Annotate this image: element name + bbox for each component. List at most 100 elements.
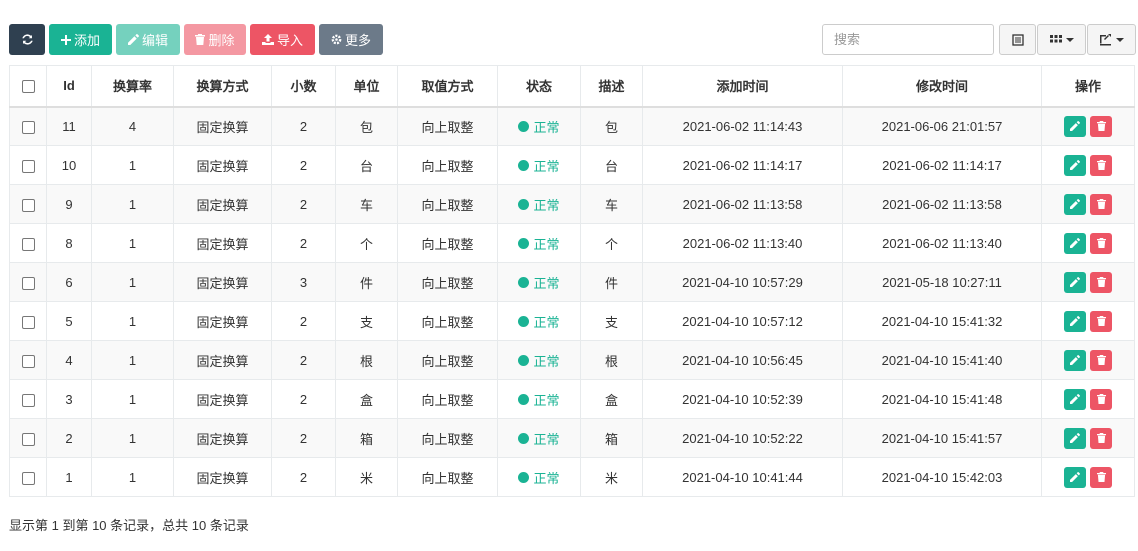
table-row[interactable]: 3 1 固定换算 2 盒向上取整 正常盒 2021-04-10 10:52:39 2021-0… xyxy=(9,379,1135,419)
cell-desc: 台 xyxy=(580,145,643,185)
cell-desc: 车 xyxy=(580,184,643,224)
row-delete-button[interactable] xyxy=(1090,427,1112,449)
row-checkbox[interactable] xyxy=(21,198,35,212)
row-checkbox[interactable] xyxy=(21,159,35,173)
status-badge: 正常 xyxy=(518,195,560,214)
trash-icon xyxy=(1096,160,1106,170)
row-edit-button[interactable] xyxy=(1064,115,1086,137)
cell-status: 正常 xyxy=(497,184,581,224)
edit-button[interactable]: 编辑 xyxy=(116,24,180,55)
toggle-view-button[interactable] xyxy=(999,24,1036,55)
row-checkbox[interactable] xyxy=(21,471,35,485)
gear-icon xyxy=(331,34,342,45)
row-delete-button[interactable] xyxy=(1090,193,1112,215)
column-header-id[interactable]: Id xyxy=(46,65,92,108)
trash-icon xyxy=(1096,121,1106,132)
column-header-rounding[interactable]: 取值方式 xyxy=(397,65,498,108)
status-label: 正常 xyxy=(533,314,560,330)
refresh-button[interactable] xyxy=(9,24,45,55)
table-row[interactable]: 1 1 固定换算 2 米向上取整 正常米 2021-04-10 10:41:44 2021-0… xyxy=(9,457,1135,497)
row-edit-button[interactable] xyxy=(1064,466,1086,488)
row-edit-button[interactable] xyxy=(1064,271,1086,293)
row-checkbox[interactable] xyxy=(21,276,35,290)
cell-rate: 1 xyxy=(91,340,174,380)
row-checkbox[interactable] xyxy=(21,237,35,251)
cell-rounding: 向上取整 xyxy=(397,262,498,302)
row-delete-button[interactable] xyxy=(1090,271,1112,293)
column-header-rate[interactable]: 换算率 xyxy=(91,65,174,108)
row-edit-button[interactable] xyxy=(1064,388,1086,410)
cell-decimals: 3 xyxy=(271,262,336,302)
row-edit-button[interactable] xyxy=(1064,154,1086,176)
add-button[interactable]: 添加 xyxy=(49,24,112,55)
cell-method: 固定换算 xyxy=(173,301,272,341)
status-badge: 正常 xyxy=(518,468,560,487)
cell-modified: 2021-06-02 11:14:17 xyxy=(842,145,1042,185)
row-delete-button[interactable] xyxy=(1090,388,1112,410)
row-delete-button[interactable] xyxy=(1090,232,1112,254)
delete-button[interactable]: 删除 xyxy=(184,24,246,55)
row-edit-button[interactable] xyxy=(1064,427,1086,449)
cell-desc: 件 xyxy=(580,262,643,302)
row-delete-button[interactable] xyxy=(1090,466,1112,488)
row-edit-button[interactable] xyxy=(1064,193,1086,215)
cell-actions xyxy=(1041,301,1135,341)
cell-created: 2021-06-02 11:13:58 xyxy=(642,184,843,224)
status-badge: 正常 xyxy=(518,156,560,175)
cell-unit: 包 xyxy=(335,106,398,146)
chevron-down-icon xyxy=(1116,37,1124,42)
row-checkbox[interactable] xyxy=(21,120,35,134)
column-header-modified[interactable]: 修改时间 xyxy=(842,65,1042,108)
status-dot-icon xyxy=(518,198,530,210)
cell-modified: 2021-04-10 15:42:03 xyxy=(842,457,1042,497)
row-edit-button[interactable] xyxy=(1064,310,1086,332)
table-row[interactable]: 10 1 固定换算 2 台向上取整 正常台 2021-06-02 11:14:17 2021-… xyxy=(9,145,1135,185)
select-all-checkbox[interactable] xyxy=(21,80,35,94)
cell-method: 固定换算 xyxy=(173,340,272,380)
row-checkbox[interactable] xyxy=(21,393,35,407)
cell-rate: 1 xyxy=(91,301,174,341)
cell-modified: 2021-04-10 15:41:48 xyxy=(842,379,1042,419)
edit-button-label: 编辑 xyxy=(141,33,168,48)
row-edit-button[interactable] xyxy=(1064,232,1086,254)
cell-id: 8 xyxy=(46,223,92,263)
cell-unit: 车 xyxy=(335,184,398,224)
row-checkbox[interactable] xyxy=(21,354,35,368)
cell-modified: 2021-04-10 15:41:57 xyxy=(842,418,1042,458)
column-header-desc[interactable]: 描述 xyxy=(580,65,643,108)
table-row[interactable]: 8 1 固定换算 2 个向上取整 正常个 2021-06-02 11:13:40 2021-0… xyxy=(9,223,1135,263)
column-header-decimals[interactable]: 小数 xyxy=(271,65,336,108)
column-header-unit[interactable]: 单位 xyxy=(335,65,398,108)
row-delete-button[interactable] xyxy=(1090,154,1112,176)
row-delete-button[interactable] xyxy=(1090,310,1112,332)
cell-unit: 个 xyxy=(335,223,398,263)
row-select-cell xyxy=(9,262,47,302)
table-row[interactable]: 11 4 固定换算 2 包向上取整 正常包 2021-06-02 11:14:43 2021-… xyxy=(9,106,1135,146)
row-checkbox[interactable] xyxy=(21,432,35,446)
row-delete-button[interactable] xyxy=(1090,115,1112,137)
column-header-created[interactable]: 添加时间 xyxy=(642,65,843,108)
cell-actions xyxy=(1041,418,1135,458)
columns-button[interactable] xyxy=(1037,24,1086,55)
status-label: 正常 xyxy=(533,392,560,408)
select-all-cell xyxy=(9,65,47,108)
cell-decimals: 2 xyxy=(271,340,336,380)
column-header-method[interactable]: 换算方式 xyxy=(173,65,272,108)
search-input[interactable] xyxy=(822,24,994,55)
row-checkbox[interactable] xyxy=(21,315,35,329)
cell-id: 6 xyxy=(46,262,92,302)
table-row[interactable]: 6 1 固定换算 3 件向上取整 正常件 2021-04-10 10:57:29 2021-0… xyxy=(9,262,1135,302)
row-edit-button[interactable] xyxy=(1064,349,1086,371)
column-header-status[interactable]: 状态 xyxy=(497,65,581,108)
more-button[interactable]: 更多 xyxy=(319,24,383,55)
trash-icon xyxy=(1096,199,1106,209)
row-delete-button[interactable] xyxy=(1090,349,1112,371)
table-row[interactable]: 2 1 固定换算 2 箱向上取整 正常箱 2021-04-10 10:52:22 2021-0… xyxy=(9,418,1135,458)
table-row[interactable]: 9 1 固定换算 2 车向上取整 正常车 2021-06-02 11:13:58 2021-0… xyxy=(9,184,1135,224)
import-button[interactable]: 导入 xyxy=(250,24,315,55)
table-row[interactable]: 5 1 固定换算 2 支向上取整 正常支 2021-04-10 10:57:12 2021-0… xyxy=(9,301,1135,341)
export-button[interactable] xyxy=(1087,24,1136,55)
cell-status: 正常 xyxy=(497,262,581,302)
table-row[interactable]: 4 1 固定换算 2 根向上取整 正常根 2021-04-10 10:56:45 2021-0… xyxy=(9,340,1135,380)
cell-status: 正常 xyxy=(497,457,581,497)
